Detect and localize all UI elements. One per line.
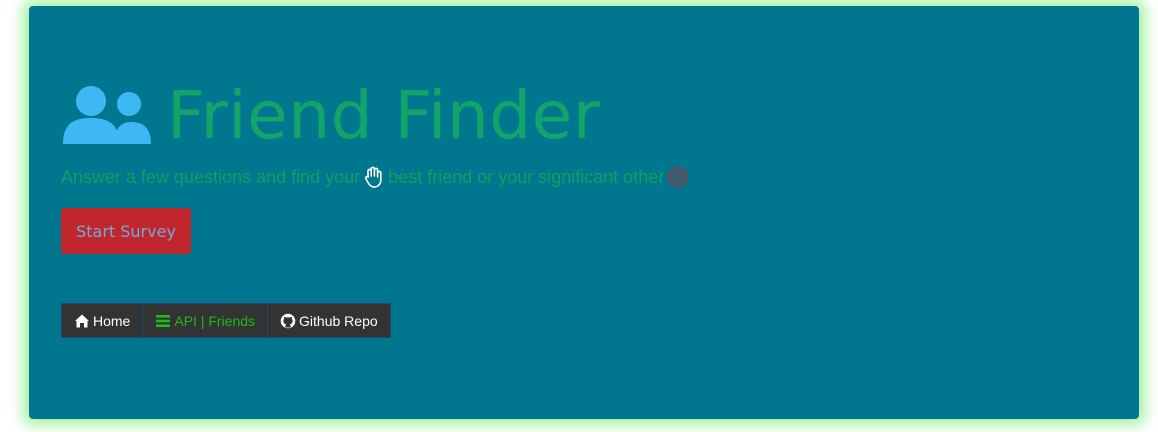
- subtitle: Answer a few questions and find your bes…: [61, 166, 688, 188]
- nav-home-label: Home: [93, 312, 131, 329]
- divider: [61, 277, 1106, 278]
- home-icon: [74, 313, 90, 329]
- subtitle-text-1: Answer a few questions and find your: [61, 166, 361, 187]
- page-title: Friend Finder: [167, 77, 601, 154]
- nav-api-friends-button[interactable]: API | Friends: [142, 303, 269, 338]
- title-row: Friend Finder: [61, 76, 600, 156]
- bars-icon: [155, 313, 171, 329]
- hand-paper-icon: [364, 166, 384, 188]
- nav-home-button[interactable]: Home: [61, 303, 144, 338]
- users-icon: [61, 84, 153, 148]
- github-icon: [280, 313, 296, 329]
- nav-api-friends-label: API | Friends: [174, 312, 256, 329]
- heart-icon: [668, 167, 688, 187]
- nav-button-group: Home API | Friends Github Repo: [61, 303, 391, 338]
- start-survey-button[interactable]: Start Survey: [61, 208, 191, 254]
- subtitle-text-2: best friend or your significant other: [388, 166, 665, 187]
- nav-github-repo-button[interactable]: Github Repo: [267, 303, 391, 338]
- jumbotron-panel: Friend Finder Answer a few questions and…: [29, 6, 1139, 419]
- nav-github-repo-label: Github Repo: [299, 312, 378, 329]
